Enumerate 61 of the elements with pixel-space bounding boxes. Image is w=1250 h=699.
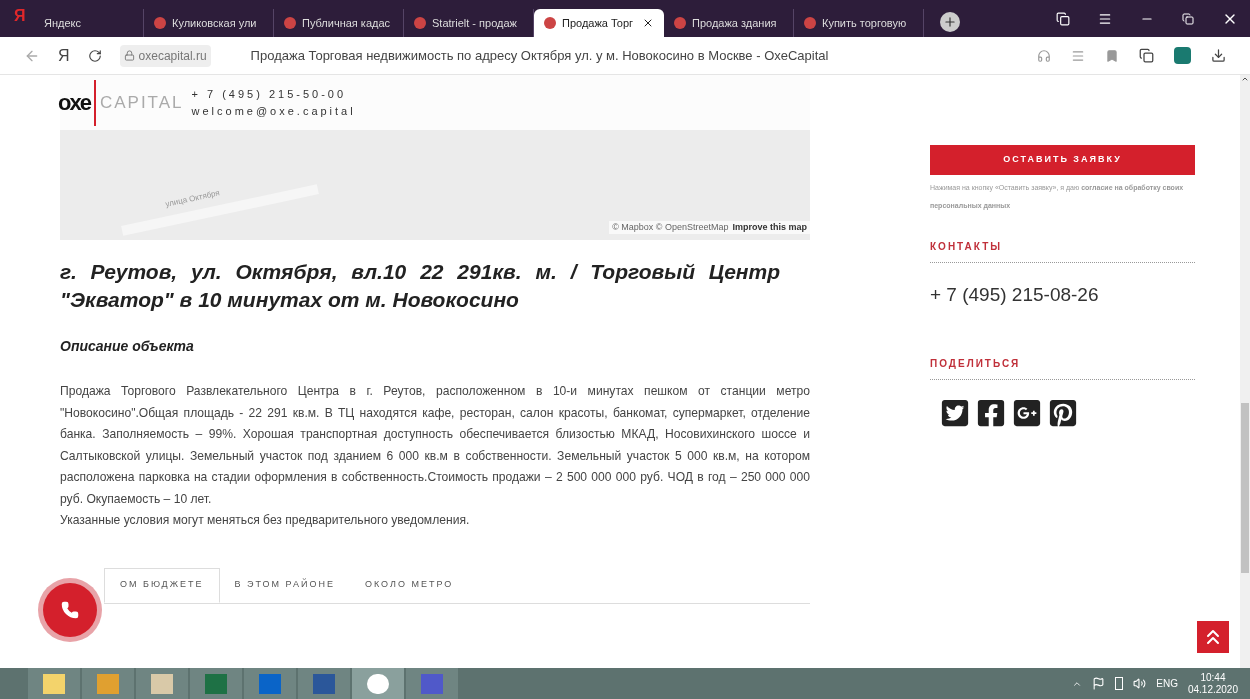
- yandex-logo-icon: Я: [14, 4, 28, 28]
- pinterest-icon[interactable]: [1048, 397, 1078, 428]
- restore-icon[interactable]: [1182, 13, 1194, 25]
- share-heading: ПОДЕЛИТЬСЯ: [930, 355, 1195, 380]
- yandex-logo-icon[interactable]: Я: [58, 43, 70, 68]
- header-email: welcome@oxe.capital: [191, 103, 356, 119]
- taskbar-app-button[interactable]: [28, 668, 80, 699]
- header-phone: + 7 (495) 215-50-00: [191, 86, 348, 102]
- listing-title: г. Реутов, ул. Октября, вл.10 22 291кв. м. / Торговый Центр "Экватор" в 10 минутах от м. Новокосино: [60, 259, 781, 313]
- contacts-heading: КОНТАКТЫ: [930, 239, 1195, 263]
- twitter-icon[interactable]: [940, 397, 970, 428]
- browser-tab[interactable]: Купить торговую: [794, 9, 924, 37]
- description-text: Продажа Торгового Развлекательного Центра в г. Реутов, расположенном в 10-и минутах пешком от станции метро "Новокосино".Общая площадь - 22 291 кв.м. В ТЦ находятся кафе, ресторан, салон красоты, банкомат, супермаркет, отделение банка. Заполняемость – 99%. Хорошая транспортная доступность обеспечивается близостью МКАД, Носовихинского шоссе и Салтыковской улицы. Земельный участок под зданием 6 000 кв.м в собственности. Земельный участок 5 000 кв.м, на котором расположена парковка на стадии оформления в собственность.Стоимость продажи – 2 500 000 000 руб. ЧОД в год – 250 000 000 руб. Окупаемость – 10 лет.: [60, 383, 810, 508]
- logo-wordmark: CAPITAL: [99, 91, 184, 114]
- new-tab-button[interactable]: [940, 12, 960, 32]
- speaker-icon[interactable]: [1133, 677, 1147, 690]
- improve-map-link[interactable]: Improve this map: [732, 220, 807, 234]
- disclaimer-text: Указанные условия могут меняться без предварительного уведомления.: [60, 512, 471, 529]
- contact-phone: + 7 (495) 215-08-26: [930, 283, 1100, 307]
- scroll-top-button[interactable]: [1197, 621, 1229, 653]
- facebook-icon[interactable]: [976, 397, 1006, 428]
- reload-icon[interactable]: [87, 48, 102, 63]
- page-title: Продажа Торговая недвижимость по адресу Октября ул. у м. Новокосино в Москве - OxeCapital: [250, 46, 829, 65]
- headphones-icon[interactable]: [1037, 48, 1051, 63]
- filter-tab[interactable]: ОМ БЮДЖЕТЕ: [104, 567, 220, 603]
- extension-icon[interactable]: [1139, 48, 1154, 63]
- language-indicator[interactable]: ENG: [1156, 676, 1178, 691]
- google-plus-icon[interactable]: [1012, 397, 1042, 428]
- browser-tab[interactable]: Публичная кадас: [274, 9, 404, 37]
- submit-request-button[interactable]: ОСТАВИТЬ ЗАЯВКУ: [930, 145, 1195, 175]
- filter-tab[interactable]: ОКОЛО МЕТРО: [349, 567, 469, 603]
- tab-favicon-icon: [154, 17, 166, 29]
- scroll-up-icon[interactable]: [1241, 75, 1249, 83]
- description-heading: Описание объекта: [60, 337, 195, 356]
- close-icon[interactable]: [642, 17, 654, 29]
- taskbar-app-button[interactable]: [352, 668, 404, 699]
- domain-chip[interactable]: oxecapital.ru: [119, 44, 211, 67]
- browser-tab[interactable]: Продажа здания: [664, 9, 794, 37]
- menu-icon[interactable]: [1098, 12, 1112, 26]
- browser-tab[interactable]: Продажа Торг: [534, 9, 664, 37]
- phone-icon: [61, 601, 79, 619]
- tab-favicon-icon: [544, 17, 556, 29]
- tab-favicon-icon: [674, 17, 686, 29]
- browser-tab[interactable]: Яндекс: [34, 9, 144, 37]
- tabs-icon[interactable]: [1056, 12, 1070, 26]
- flag-icon[interactable]: [1092, 677, 1106, 690]
- download-icon[interactable]: [1211, 48, 1226, 63]
- tab-favicon-icon: [804, 17, 816, 29]
- filter-tab[interactable]: В ЭТОМ РАЙОНЕ: [219, 567, 350, 603]
- browser-tab[interactable]: Куликовская ули: [144, 9, 274, 37]
- street-label: улица Октября: [164, 187, 221, 211]
- plus-icon: [943, 15, 957, 29]
- tab-favicon-icon: [284, 17, 296, 29]
- map-attribution: © Mapbox © OpenStreetMap: [612, 220, 729, 234]
- oxe-logo: oxe: [58, 89, 90, 117]
- scrollbar-thumb[interactable]: [1241, 403, 1249, 573]
- clock[interactable]: 10:44 04.12.2020: [1187, 671, 1238, 696]
- tab-favicon-icon: [414, 17, 426, 29]
- lock-icon: [123, 50, 135, 61]
- battery-icon[interactable]: [1115, 677, 1124, 690]
- bookmark-icon[interactable]: [1105, 48, 1119, 63]
